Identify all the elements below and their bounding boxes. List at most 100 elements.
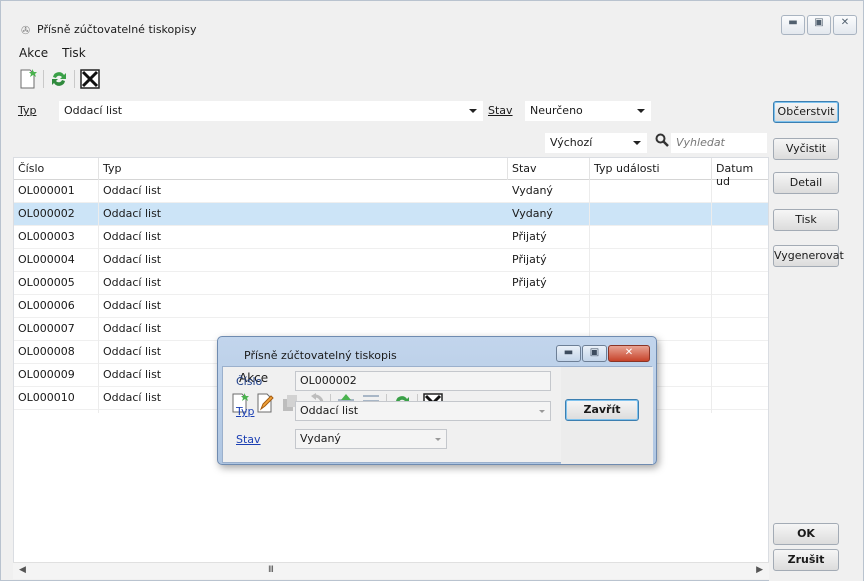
toolbar <box>17 67 101 91</box>
cell-stav: Vydaný <box>512 207 553 220</box>
table-row[interactable]: OL000003 Oddací list Přijatý <box>14 226 768 249</box>
horizontal-scrollbar[interactable]: ◀ III ▶ <box>13 562 769 579</box>
cancel-icon[interactable] <box>79 68 101 90</box>
main-window: ✇ Přísně zúčtovatelné tiskopisy ▬ ▣ ✕ Ak… <box>0 0 864 581</box>
dialog-maximize-button[interactable]: ▣ <box>582 345 607 362</box>
cell-stav: Vydaný <box>512 184 553 197</box>
search-icon <box>655 133 669 150</box>
view-select[interactable]: Výchozí <box>545 133 647 153</box>
ok-button[interactable]: OK <box>773 523 839 545</box>
chevron-down-icon <box>469 109 477 113</box>
minimize-icon: ▬ <box>788 17 798 28</box>
number-field[interactable]: OL000002 <box>295 371 551 391</box>
table-row[interactable]: OL000004 Oddací list Přijatý <box>14 249 768 272</box>
column-header-typ[interactable]: Typ <box>103 162 122 175</box>
toolbar-separator <box>43 70 44 88</box>
type-field[interactable]: Oddací list <box>295 401 551 421</box>
cell-typ: Oddací list <box>103 345 162 358</box>
cell-stav: Přijatý <box>512 253 547 266</box>
new-doc-icon[interactable] <box>17 68 39 90</box>
cell-stav: Přijatý <box>512 230 547 243</box>
cell-cislo: OL000009 <box>18 368 75 381</box>
type-label[interactable]: Typ <box>18 104 37 117</box>
view-value: Výchozí <box>550 136 593 149</box>
state-field[interactable]: Vydaný <box>295 429 447 449</box>
column-header-stav[interactable]: Stav <box>512 162 537 175</box>
cell-typ: Oddací list <box>103 368 162 381</box>
grid-header: Číslo Typ Stav Typ události Datum ud <box>14 158 768 188</box>
column-header-typ-udalosti[interactable]: Typ události <box>594 162 660 175</box>
state-field-value: Vydaný <box>300 432 341 445</box>
scroll-grip-icon[interactable]: III <box>268 565 274 575</box>
chevron-down-icon <box>633 141 641 145</box>
action-panel: Občerstvit Vyčistit Detail Tisk Vygenero… <box>769 97 863 581</box>
dialog-close-action-button[interactable]: Zavřít <box>565 399 639 421</box>
scroll-left-icon[interactable]: ◀ <box>19 565 26 575</box>
number-value: OL000002 <box>300 374 357 387</box>
table-row[interactable]: OL000001 Oddací list Vydaný <box>14 180 768 203</box>
chevron-down-icon <box>539 410 545 413</box>
cell-stav: Přijatý <box>512 276 547 289</box>
search-bar: Výchozí Vyhledat <box>11 129 769 157</box>
cell-cislo: OL000005 <box>18 276 75 289</box>
title-bar: ✇ Přísně zúčtovatelné tiskopisy ▬ ▣ ✕ <box>1 1 863 37</box>
detail-button[interactable]: Detail <box>773 172 839 194</box>
column-divider <box>711 158 712 180</box>
detail-dialog: Přísně zúčtovatelný tiskopis ▬ ▣ ✕ Akce <box>217 336 657 465</box>
dialog-window-controls: ▬ ▣ ✕ <box>556 345 650 362</box>
refresh-button[interactable]: Občerstvit <box>773 101 839 123</box>
search-placeholder: Vyhledat <box>676 136 725 149</box>
type-select[interactable]: Oddací list <box>59 101 483 121</box>
cell-typ: Oddací list <box>103 322 162 335</box>
print-button[interactable]: Tisk <box>773 209 839 231</box>
refresh-icon[interactable] <box>48 68 70 90</box>
maximize-icon: ▣ <box>814 17 824 28</box>
dialog-close-button[interactable]: ✕ <box>608 345 650 362</box>
menu-tisk[interactable]: Tisk <box>60 46 88 60</box>
cancel-button[interactable]: Zrušit <box>773 549 839 571</box>
clear-button[interactable]: Vyčistit <box>773 138 839 160</box>
search-input[interactable]: Vyhledat <box>671 133 767 153</box>
state-link-label[interactable]: Stav <box>236 433 261 446</box>
generate-button[interactable]: Vygenerovat <box>773 245 844 267</box>
table-row[interactable]: OL000005 Oddací list Přijatý <box>14 272 768 295</box>
cell-cislo: OL000001 <box>18 184 75 197</box>
chevron-down-icon <box>637 109 645 113</box>
chevron-down-icon <box>435 438 441 441</box>
table-row[interactable]: OL000002 Oddací list Vydaný <box>14 203 768 226</box>
cell-typ: Oddací list <box>103 299 162 312</box>
table-row[interactable]: OL000006 Oddací list <box>14 295 768 318</box>
dialog-minimize-button[interactable]: ▬ <box>556 345 581 362</box>
number-label-visible: Číslo <box>236 375 263 388</box>
window-title: Přísně zúčtovatelné tiskopisy <box>37 23 197 36</box>
cell-cislo: OL000003 <box>18 230 75 243</box>
maximize-button[interactable]: ▣ <box>807 15 831 35</box>
state-select[interactable]: Neurčeno <box>525 101 651 121</box>
menu-akce[interactable]: Akce <box>17 46 50 60</box>
app-icon: ✇ <box>21 24 31 37</box>
scroll-right-icon[interactable]: ▶ <box>756 565 763 575</box>
cell-cislo: OL000004 <box>18 253 75 266</box>
dialog-title: Přísně zúčtovatelný tiskopis <box>244 349 397 362</box>
maximize-icon: ▣ <box>589 347 600 358</box>
close-icon: ✕ <box>840 17 850 28</box>
menu-bar: Akce Tisk <box>17 46 88 60</box>
close-button[interactable]: ✕ <box>833 15 857 35</box>
minimize-button[interactable]: ▬ <box>781 15 805 35</box>
state-label[interactable]: Stav <box>488 104 513 117</box>
type-link-label[interactable]: Typ <box>236 405 255 418</box>
edit-icon[interactable] <box>254 392 276 414</box>
column-divider <box>589 158 590 180</box>
window-controls: ▬ ▣ ✕ <box>781 15 857 35</box>
close-icon: ✕ <box>624 347 634 358</box>
type-value: Oddací list <box>64 104 123 117</box>
column-header-cislo[interactable]: Číslo <box>18 162 44 175</box>
cell-cislo: OL000007 <box>18 322 75 335</box>
toolbar-separator <box>74 70 75 88</box>
minimize-icon: ▬ <box>563 347 574 358</box>
cell-typ: Oddací list <box>103 253 162 266</box>
cell-cislo: OL000002 <box>18 207 75 220</box>
cell-typ: Oddací list <box>103 230 162 243</box>
cell-typ: Oddací list <box>103 207 162 220</box>
cell-cislo: OL000010 <box>18 391 75 404</box>
